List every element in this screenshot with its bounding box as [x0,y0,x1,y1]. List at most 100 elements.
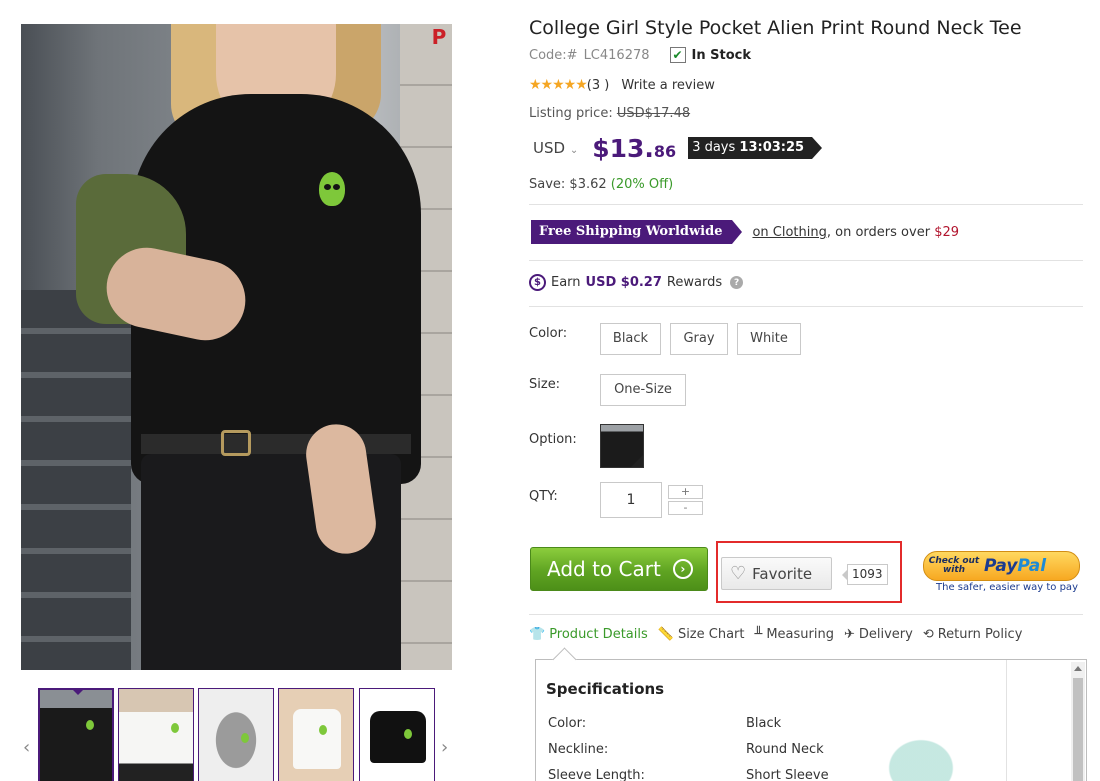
countdown-days: 3 days [692,140,736,155]
spec-label: Neckline: [548,742,609,757]
white-tee [293,709,341,769]
option-label: Option: [529,432,577,447]
add-to-cart-label: Add to Cart [547,557,661,581]
product-code: LC416278 [583,47,650,63]
code-label: Code:# [529,47,578,63]
color-option-white[interactable]: White [737,323,801,355]
shipping-text: on Clothing, on orders over $29 [752,225,959,240]
rewards-row: $ Earn USD $0.27 Rewards ? [529,274,744,291]
spec-value: Round Neck [746,742,824,757]
listing-price: USD$17.48 [616,106,691,121]
spec-value: Black [746,716,782,731]
divider [529,204,1083,205]
product-tabs: 👕 Product Details 📏 Size Chart ╨ Measuri… [529,627,1032,642]
tab-product-details[interactable]: 👕 Product Details [529,627,648,642]
tape-icon: ╨ [754,627,763,642]
selected-corner-icon [631,455,643,467]
tab-label: Measuring [766,627,834,642]
divider [529,614,1083,615]
currency-value: USD [533,139,566,157]
favorite-count: 1093 [842,564,888,585]
countdown-timer: 3 days 13:03:25 [688,137,822,159]
spec-label: Sleeve Length: [548,768,645,781]
alien-print [319,172,345,206]
alien-print [404,729,412,739]
paypal-pay: Pay [984,556,1018,576]
countdown-time: 13:03:25 [739,140,805,155]
qty-increase-button[interactable]: + [668,485,703,499]
rewards-label: Rewards [666,275,723,290]
ruler-icon: 📏 [657,627,674,642]
tab-label: Product Details [549,627,648,642]
specifications-title: Specifications [546,680,665,698]
shipping-row: Free Shipping Worldwide on Clothing, on … [531,220,959,244]
thumbs-prev-icon[interactable]: ‹ [23,737,30,758]
help-icon[interactable]: ? [730,276,744,289]
thumbs-next-icon[interactable]: › [441,737,448,758]
option-thumbnail[interactable] [600,424,644,468]
favorite-button[interactable]: ♡ Favorite [721,557,832,590]
quantity-input[interactable]: 1 [600,482,662,518]
thumbnail-2[interactable] [118,688,194,781]
free-shipping-badge: Free Shipping Worldwide [531,220,743,244]
product-title: College Girl Style Pocket Alien Print Ro… [529,17,1022,39]
paypal-tagline: The safer, easier way to pay [936,582,1078,593]
divider [1006,660,1007,781]
thumbnail-strip: ‹ › [21,680,461,781]
scrollbar-thumb[interactable] [1073,678,1083,781]
thumbnail-3[interactable] [198,688,274,781]
reward-amount: USD $0.27 [585,275,662,290]
tab-label: Return Policy [937,627,1023,642]
paypal-checkout-button[interactable]: Check out with PayPal [923,551,1080,581]
price-cents: 86 [653,141,677,161]
checkmark-icon: ✔ [669,47,686,63]
tab-size-chart[interactable]: 📏 Size Chart [658,627,745,642]
tab-label: Size Chart [677,627,745,642]
black-tee [370,711,426,763]
alien-print [241,733,249,743]
tab-delivery[interactable]: ✈ Delivery [844,627,913,642]
belt-buckle [221,430,251,456]
qty-label: QTY: [529,489,558,504]
on-clothing-link[interactable]: on Clothing [752,225,826,240]
star-rating-icon[interactable]: ★★★★★ [529,77,588,93]
alien-print [171,723,179,733]
return-icon: ⟲ [922,627,934,642]
price-row: USD ⌄ $13.86 3 days 13:03:25 [529,132,822,164]
main-product-image[interactable] [21,24,452,670]
listing-price-row: Listing price: USD$17.48 [529,106,690,121]
earn-label: Earn [551,275,581,290]
pinterest-icon[interactable]: P [428,26,450,48]
price-main: $13. [592,133,654,163]
scrollbar[interactable] [1071,662,1085,781]
size-label: Size: [529,377,561,392]
write-review-link[interactable]: Write a review [621,78,715,93]
paypal-checkout-label: Check out with [928,556,980,575]
review-count[interactable]: (3 ) [587,78,610,93]
size-option-one-size[interactable]: One-Size [600,374,686,406]
stock-status: In Stock [691,47,751,63]
spec-preview-image [866,720,976,781]
color-option-black[interactable]: Black [600,323,661,355]
divider [529,260,1083,261]
listing-label: Listing price: [529,106,613,121]
add-to-cart-button[interactable]: Add to Cart › [530,547,708,591]
thumbnail-4[interactable] [278,688,354,781]
scroll-up-icon[interactable] [1074,666,1082,671]
currency-select[interactable]: USD ⌄ [529,139,582,157]
arrow-right-icon: › [672,559,693,579]
tab-measuring[interactable]: ╨ Measuring [754,627,833,642]
coin-icon: $ [529,274,546,291]
plane-icon: ✈ [843,627,855,642]
color-label: Color: [529,326,568,341]
thumbnail-5[interactable] [359,688,435,781]
thumbnail-1[interactable] [38,688,114,781]
color-option-gray[interactable]: Gray [670,323,728,355]
qty-decrease-button[interactable]: - [668,501,703,515]
save-amount: Save: $3.62 [529,177,607,192]
save-row: Save: $3.62 (20% Off) [529,177,673,192]
code-row: Code:# LC416278 ✔ In Stock [529,47,751,63]
save-percent: (20% Off) [610,177,674,192]
tab-return-policy[interactable]: ⟲ Return Policy [923,627,1023,642]
belt [141,434,411,454]
